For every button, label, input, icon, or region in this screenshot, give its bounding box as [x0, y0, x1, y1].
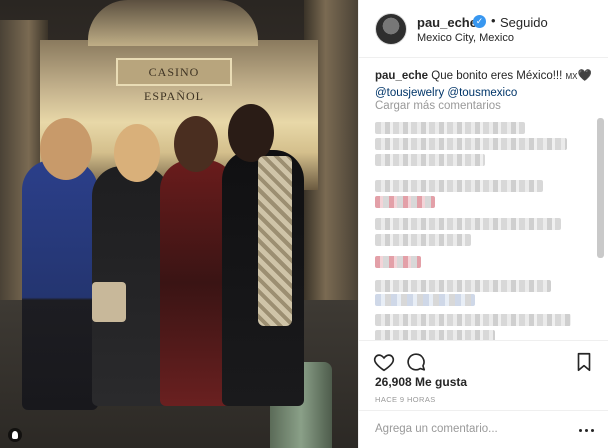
- mention-tousjewelry[interactable]: @tousjewelry: [375, 87, 444, 99]
- separator-dot: •: [491, 13, 496, 28]
- handbag: [92, 282, 126, 322]
- blurred-comment: [375, 218, 561, 230]
- heart-icon[interactable]: [373, 351, 395, 373]
- comment-bubble-icon[interactable]: [405, 351, 427, 373]
- bookmark-icon[interactable]: [573, 351, 595, 373]
- likes-count[interactable]: 26,908 Me gusta: [375, 375, 467, 389]
- person-1-head: [40, 118, 92, 180]
- building-sign: CASINO ESPAÑOL: [116, 58, 232, 103]
- post-header: pau_eche ✓ • Seguido Mexico City, Mexico: [359, 0, 608, 58]
- more-options-icon[interactable]: [577, 423, 597, 437]
- tagged-people-icon[interactable]: [8, 428, 22, 442]
- person-1: [22, 160, 98, 410]
- follow-status-button[interactable]: Seguido: [500, 15, 548, 30]
- caption: pau_eche Que bonito eres México!!! MX🖤 @…: [375, 68, 595, 101]
- post-side-panel: pau_eche ✓ • Seguido Mexico City, Mexico…: [358, 0, 608, 448]
- load-more-comments-button[interactable]: Cargar más comentarios: [375, 100, 501, 112]
- blurred-comment: [375, 280, 551, 292]
- location-link[interactable]: Mexico City, Mexico: [417, 32, 514, 44]
- add-comment-bar: Agrega un comentario...: [359, 410, 608, 448]
- heart-emoji: 🖤: [577, 70, 592, 82]
- header-username[interactable]: pau_eche: [417, 15, 477, 30]
- person-2-head: [114, 124, 160, 182]
- comment-input[interactable]: Agrega un comentario...: [375, 423, 498, 435]
- comments-scrollbar[interactable]: [597, 118, 604, 258]
- blurred-comment: [375, 122, 525, 134]
- caption-username[interactable]: pau_eche: [375, 70, 428, 82]
- avatar[interactable]: [375, 13, 407, 45]
- blurred-comment: [375, 256, 421, 268]
- blurred-comment: [375, 330, 495, 340]
- blurred-comment: [375, 138, 567, 150]
- caption-text: Que bonito eres México!!!: [428, 70, 566, 82]
- blurred-comment: [375, 154, 485, 166]
- blurred-comment: [375, 180, 543, 192]
- post-photo[interactable]: CASINO ESPAÑOL: [0, 0, 358, 448]
- mention-tousmexico[interactable]: @tousmexico: [447, 87, 517, 99]
- person-4-head: [228, 104, 274, 162]
- blurred-comment: [375, 196, 435, 208]
- flag-mx: MX: [565, 72, 578, 81]
- blurred-comment: [375, 234, 471, 246]
- post-timestamp: HACE 9 HORAS: [375, 395, 436, 404]
- comments-list[interactable]: pau_eche Que bonito eres México!!! MX🖤 @…: [359, 58, 608, 340]
- blurred-comment: [375, 314, 571, 326]
- verified-badge-icon: ✓: [473, 15, 486, 28]
- scarf: [258, 156, 292, 326]
- person-3-head: [174, 116, 218, 172]
- blurred-comment: [375, 294, 475, 306]
- building-arch: [88, 0, 258, 46]
